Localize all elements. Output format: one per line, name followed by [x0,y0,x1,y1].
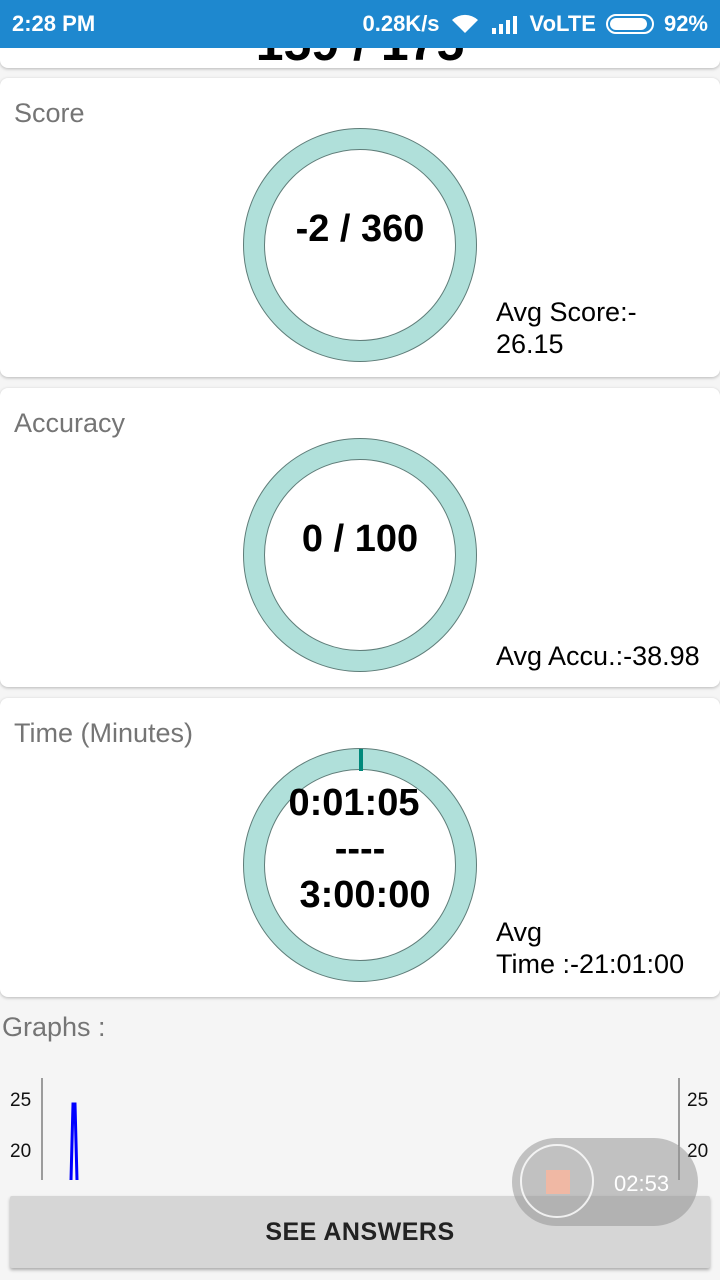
time-progress-tick [359,749,363,771]
accuracy-card: Accuracy 0 / 100 Avg Accu.:-38.98 [0,388,720,687]
time-taken: 0:01:05 [288,782,420,824]
avg-accuracy: Avg Accu.:-38.98 [496,641,700,671]
avg-score-label: Avg Score:- [496,297,637,327]
time-separator: ---- [334,828,386,870]
score-value: -2 / 360 [295,208,425,250]
battery-icon [605,14,654,34]
graph-series-line [69,1102,79,1181]
status-bar: 2:28 PM 0.28K/s VoLTE 92% [0,0,720,48]
network-type: VoLTE [529,11,596,36]
stop-icon [546,1170,570,1194]
wifi-icon [451,14,478,33]
screen-recorder-widget[interactable]: 02:53 [512,1138,698,1226]
time-card: Time (Minutes) 0:01:05 ---- 3:00:00 Avg … [0,698,720,997]
time-total: 3:00:00 [299,874,431,916]
avg-time-label: Avg [496,917,543,947]
score-title: Score [14,98,85,128]
avg-score-value: 26.15 [496,329,564,359]
signal-icon [491,16,517,34]
score-card: Score -2 / 360 Avg Score:- 26.15 [0,78,720,377]
status-time: 2:28 PM [12,11,96,36]
graphs-title: Graphs : [2,1012,106,1042]
accuracy-title: Accuracy [14,408,126,438]
time-title: Time (Minutes) [14,718,194,748]
avg-time-value: Time :-21:01:00 [496,949,685,979]
accuracy-value: 0 / 100 [301,518,419,560]
avg-score: Avg Score:- 26.15 [496,296,637,360]
stop-recording-button[interactable] [520,1144,594,1218]
avg-time: Avg Time :-21:01:00 [496,916,684,980]
battery-percent: 92% [663,11,708,36]
network-speed: 0.28K/s [362,11,440,36]
recording-elapsed: 02:53 [614,1171,670,1196]
